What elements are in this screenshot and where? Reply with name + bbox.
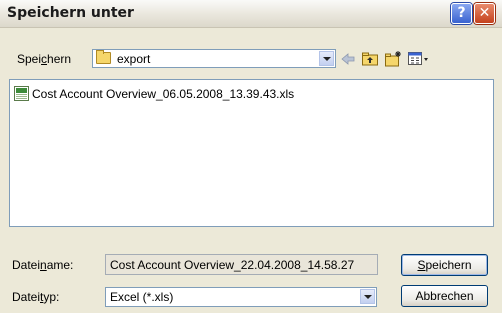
folder-up-icon[interactable] bbox=[361, 50, 379, 68]
views-menu-icon[interactable] bbox=[407, 50, 429, 68]
help-icon: ? bbox=[457, 5, 466, 21]
window-title: Speichern unter bbox=[7, 5, 134, 21]
save-button[interactable]: Speichern bbox=[401, 254, 488, 276]
new-folder-icon[interactable] bbox=[384, 50, 402, 68]
file-type-label: Dateityp: bbox=[12, 290, 60, 304]
title-bar[interactable]: Speichern unter ? ✕ bbox=[0, 0, 502, 28]
cancel-button[interactable]: Abbrechen bbox=[401, 285, 488, 307]
file-name-label: Dateiname: bbox=[12, 258, 74, 272]
chevron-down-icon[interactable] bbox=[319, 51, 334, 66]
file-type-value: Excel (*.xls) bbox=[110, 290, 174, 304]
save-in-dropdown[interactable]: export bbox=[92, 49, 336, 68]
file-list[interactable]: Cost Account Overview_06.05.2008_13.39.4… bbox=[9, 79, 494, 227]
save-in-value: export bbox=[117, 52, 151, 66]
back-arrow-icon[interactable] bbox=[339, 50, 357, 68]
file-name: Cost Account Overview_06.05.2008_13.39.4… bbox=[32, 87, 295, 101]
chevron-down-icon[interactable] bbox=[360, 289, 375, 304]
help-button[interactable]: ? bbox=[451, 3, 472, 24]
save-in-label: Speichern bbox=[17, 52, 72, 66]
folder-icon bbox=[96, 50, 111, 64]
file-name-field[interactable]: Cost Account Overview_22.04.2008_14.58.2… bbox=[105, 254, 378, 275]
file-name-value: Cost Account Overview_22.04.2008_14.58.2… bbox=[110, 258, 355, 272]
file-type-dropdown[interactable]: Excel (*.xls) bbox=[105, 287, 377, 307]
close-button[interactable]: ✕ bbox=[474, 3, 495, 24]
close-icon: ✕ bbox=[478, 5, 491, 21]
excel-file-icon bbox=[14, 86, 29, 101]
